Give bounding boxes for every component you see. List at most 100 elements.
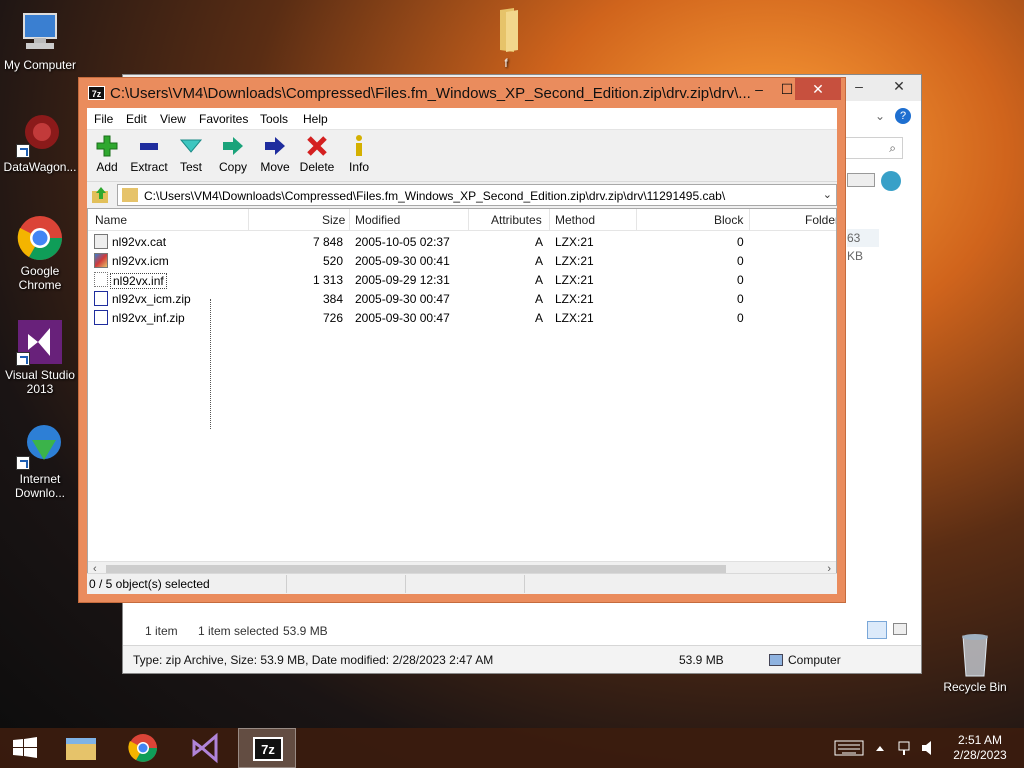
sevenzip-titlebar[interactable]: 7z C:\Users\VM4\Downloads\Compressed\Fil… — [79, 78, 845, 108]
desktop-icon-recycle-bin[interactable]: Recycle Bin — [935, 630, 1015, 694]
minimize-button[interactable]: – — [747, 78, 771, 100]
menu-favorites[interactable]: Favorites — [199, 112, 248, 126]
menu-help[interactable]: Help — [303, 112, 328, 126]
file-modified: 2005-09-29 12:31 — [355, 273, 450, 287]
taskbar-google-chrome[interactable] — [114, 728, 172, 768]
desktop-icon-label: Visual Studio 2013 — [5, 368, 75, 396]
taskbar-file-explorer[interactable] — [52, 728, 110, 768]
desktop-icon-visual-studio[interactable]: Visual Studio 2013 — [0, 318, 80, 396]
search-icon: ⌕ — [889, 141, 896, 155]
desktop-icon-folder-f[interactable]: f — [466, 6, 546, 70]
show-hidden-icons-icon[interactable] — [875, 742, 885, 756]
column-method[interactable]: Method — [555, 213, 595, 227]
table-row[interactable]: nl92vx_icm.zip 384 2005-09-30 00:47 A LZ… — [88, 289, 836, 308]
folder-icon — [482, 6, 530, 54]
sevenzip-window[interactable]: 7z C:\Users\VM4\Downloads\Compressed\Fil… — [78, 77, 846, 603]
delete-icon — [305, 134, 329, 158]
add-label: Add — [96, 160, 118, 174]
explorer-close-button[interactable]: ✕ — [879, 75, 919, 97]
table-row[interactable]: nl92vx.inf 1 313 2005-09-29 12:31 A LZX:… — [88, 270, 836, 289]
taskbar: 7z 2:51 AM 2/28/2023 — [0, 728, 1024, 768]
menu-bar: File Edit View Favorites Tools Help — [87, 108, 837, 130]
taskbar-clock[interactable]: 2:51 AM 2/28/2023 — [940, 733, 1020, 763]
desktop-icon-label: Google Chrome — [18, 264, 62, 292]
file-block: 0 — [737, 273, 744, 287]
delete-button[interactable]: Delete — [295, 134, 339, 174]
shortcut-arrow-icon — [16, 144, 30, 158]
start-button[interactable] — [0, 728, 50, 768]
menu-view[interactable]: View — [160, 112, 186, 126]
file-modified: 2005-09-30 00:47 — [355, 292, 450, 306]
test-button[interactable]: Test — [169, 134, 213, 174]
menu-edit[interactable]: Edit — [126, 112, 147, 126]
file-name: nl92vx_icm.zip — [112, 292, 191, 306]
extract-button[interactable]: Extract — [127, 134, 171, 174]
table-row[interactable]: nl92vx.cat 7 848 2005-10-05 02:37 A LZX:… — [88, 232, 836, 251]
file-block: 0 — [737, 235, 744, 249]
extract-label: Extract — [130, 160, 168, 174]
file-attributes: A — [535, 292, 544, 306]
menu-file[interactable]: File — [94, 112, 113, 126]
desktop-icon-label: DataWagon... — [3, 160, 77, 174]
taskbar-visual-studio[interactable] — [176, 728, 234, 768]
file-size: 520 — [322, 254, 343, 268]
column-block[interactable]: Block — [714, 213, 743, 227]
file-modified: 2005-09-30 00:47 — [355, 311, 450, 325]
file-method: LZX:21 — [555, 273, 594, 287]
explorer-minimize-button[interactable]: – — [845, 75, 873, 97]
desktop-icon-label: Recycle Bin — [943, 680, 1007, 694]
add-button[interactable]: Add — [85, 134, 129, 174]
info-icon — [347, 134, 371, 158]
help-icon[interactable]: ? — [895, 108, 911, 124]
explorer-status-bar: Type: zip Archive, Size: 53.9 MB, Date m… — [123, 645, 921, 673]
table-row[interactable]: nl92vx_inf.zip 726 2005-09-30 00:47 A LZ… — [88, 308, 836, 327]
computer-small-icon — [769, 654, 783, 666]
file-size: 7 848 — [312, 235, 343, 249]
column-name[interactable]: Name — [95, 213, 127, 227]
desktop-icon-label: My Computer — [3, 58, 77, 72]
file-block: 0 — [737, 311, 744, 325]
volume-icon[interactable] — [920, 728, 938, 768]
column-modified[interactable]: Modified — [355, 213, 400, 227]
move-button[interactable]: Move — [253, 134, 297, 174]
keyboard-icon[interactable] — [834, 728, 864, 768]
info-button[interactable]: Info — [337, 134, 381, 174]
explorer-preview-icon[interactable] — [847, 173, 875, 187]
copy-button[interactable]: Copy — [211, 134, 255, 174]
path-combobox[interactable]: C:\Users\VM4\Downloads\Compressed\Files.… — [117, 184, 837, 206]
plus-icon — [95, 134, 119, 158]
column-attributes[interactable]: Attributes — [491, 213, 542, 227]
desktop-icon-google-chrome[interactable]: Google Chrome — [0, 214, 80, 292]
file-modified: 2005-10-05 02:37 — [355, 235, 450, 249]
desktop-icon-my-computer[interactable]: My Computer — [0, 8, 80, 72]
explorer-location: Computer — [788, 653, 841, 667]
explorer-selected-count: 1 item selected — [198, 624, 279, 638]
explorer-thumbnail-icon — [881, 171, 901, 191]
chrome-icon — [16, 214, 64, 262]
window-title: C:\Users\VM4\Downloads\Compressed\Files.… — [110, 85, 751, 102]
settings-file-icon — [94, 272, 108, 287]
file-block: 0 — [737, 292, 744, 306]
desktop-icon-internet-download-manager[interactable]: Internet Downlo... — [0, 422, 80, 500]
file-size: 384 — [322, 292, 343, 306]
explorer-search-box[interactable]: ⌕ — [843, 137, 903, 159]
desktop-icon-datawagon[interactable]: DataWagon... — [0, 110, 80, 174]
computer-icon — [16, 8, 64, 56]
up-folder-icon[interactable] — [91, 185, 111, 205]
details-view-icon[interactable] — [867, 621, 887, 639]
column-folder[interactable]: Folder — [805, 213, 836, 227]
large-icons-view-icon[interactable] — [893, 623, 907, 635]
file-name: nl92vx.inf — [110, 273, 167, 289]
menu-tools[interactable]: Tools — [260, 112, 288, 126]
status-bar: 0 / 5 object(s) selected — [87, 573, 837, 594]
network-icon[interactable] — [897, 728, 915, 768]
chevron-down-icon[interactable]: ⌄ — [823, 188, 832, 201]
chevron-down-icon[interactable]: ⌄ — [875, 109, 885, 123]
table-row[interactable]: nl92vx.icm 520 2005-09-30 00:41 A LZX:21… — [88, 251, 836, 270]
close-button[interactable]: ✕ — [795, 78, 841, 100]
test-icon — [179, 134, 203, 158]
file-attributes: A — [535, 273, 544, 287]
column-size[interactable]: Size — [322, 213, 345, 227]
file-list[interactable]: Name Size Modified Attributes Method Blo… — [87, 208, 837, 579]
taskbar-7zip[interactable]: 7z — [238, 728, 296, 768]
